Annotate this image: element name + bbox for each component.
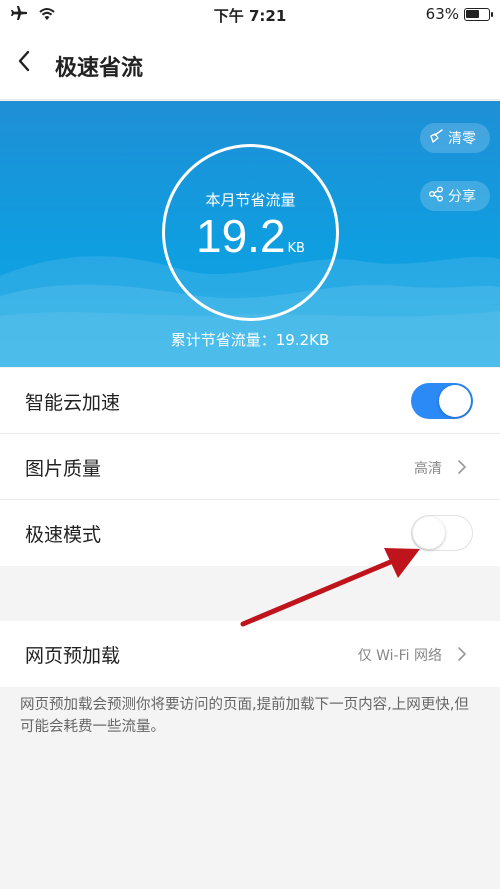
status-bar: 下午 7:21 63% [0,0,500,28]
page-preload-value: 仅 Wi-Fi 网络 [357,648,442,664]
settings-group-main: 智能云加速 图片质量 高清 极速模式 [0,368,500,566]
setting-label: 极速模式 [25,524,102,546]
clear-button[interactable]: 清零 [420,123,490,153]
setting-label: 网页预加载 [25,645,121,667]
setting-row-turbo-mode: 极速模式 [0,500,500,566]
traffic-savings-banner: 本月节省流量 19.2 KB 累计节省流量：19.2KB 清零 分享 [0,101,500,367]
monthly-savings-label: 本月节省流量 [205,191,296,209]
battery-fill [466,9,480,18]
nav-bar: 极速省流 [0,28,500,100]
turbo-mode-toggle[interactable] [411,515,473,551]
broom-icon [428,128,444,148]
monthly-savings-value: 19.2 KB [165,209,336,263]
battery-percent: 63% [425,5,459,23]
toggle-knob [413,517,445,549]
setting-row-page-preload[interactable]: 网页预加载 仅 Wi-Fi 网络 [0,621,500,687]
setting-row-smart-cloud-acceleration: 智能云加速 [0,368,500,434]
preload-description: 网页预加载会预测你将要访问的页面,提前加载下一页内容,上网更快,但可能会耗费一些… [20,697,469,735]
setting-label: 图片质量 [25,458,102,480]
image-quality-value: 高清 [414,461,442,477]
share-button[interactable]: 分享 [420,181,490,211]
status-icons-right: 63% [425,5,493,23]
smart-cloud-acceleration-toggle[interactable] [411,383,473,419]
total-savings-text: 累计节省流量：19.2KB [170,331,330,349]
toggle-knob [439,385,471,417]
chevron-left-icon [17,50,31,76]
chevron-right-icon [454,459,470,475]
setting-row-image-quality[interactable]: 图片质量 高清 [0,434,500,500]
savings-number: 19.2 [196,210,286,262]
page-title: 极速省流 [55,56,144,81]
settings-group-preload: 网页预加载 仅 Wi-Fi 网络 [0,621,500,687]
setting-label: 智能云加速 [25,392,121,414]
share-label: 分享 [448,189,476,205]
battery-icon [464,7,493,21]
clear-label: 清零 [448,131,476,147]
share-icon [428,186,444,206]
back-button[interactable] [10,48,38,78]
savings-unit: KB [287,241,305,256]
chevron-right-icon [454,646,470,662]
savings-circle: 本月节省流量 19.2 KB [162,144,339,321]
